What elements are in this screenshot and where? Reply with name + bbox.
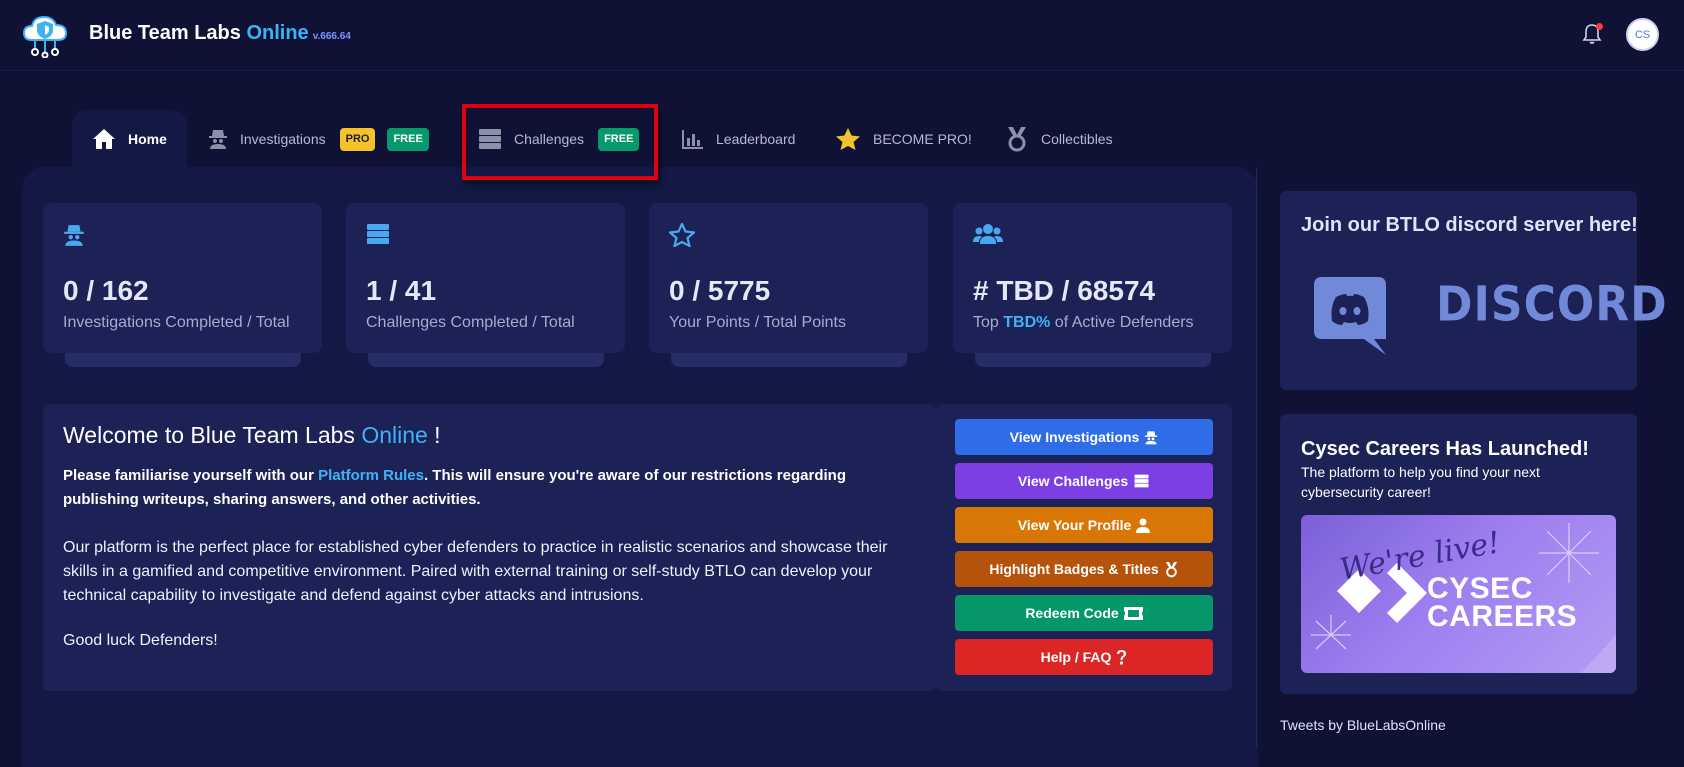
brand-main: Blue Team Labs xyxy=(89,22,247,44)
spy-icon xyxy=(1144,430,1158,445)
discord-title: Join our BTLO discord server here! xyxy=(1301,214,1638,236)
button-label: View Challenges xyxy=(1017,473,1129,489)
welcome-title-accent: Online xyxy=(361,422,428,448)
top-bar: Blue Team Labs Online v.666.64 CS xyxy=(0,0,1684,71)
careers-banner[interactable]: We're live! CYSEC CAREERS xyxy=(1301,515,1616,673)
card-tab xyxy=(65,353,301,367)
welcome-title-pre: Welcome to Blue Team Labs xyxy=(63,422,362,448)
tab-label: Collectibles xyxy=(1041,131,1113,147)
medal-icon xyxy=(1164,561,1179,578)
medal-icon xyxy=(1005,126,1029,152)
welcome-title-post: ! xyxy=(427,422,441,448)
server-icon xyxy=(366,223,390,250)
tab-collectibles[interactable]: Collectibles xyxy=(1005,110,1113,168)
rules-pre: Please familiarise yourself with our xyxy=(63,467,319,484)
stat-card-points: 0 / 5775 Your Points / Total Points xyxy=(649,203,928,367)
stat-label: Investigations Completed / Total xyxy=(63,314,290,331)
user-icon xyxy=(1136,518,1151,533)
tab-investigations[interactable]: Investigations PRO FREE xyxy=(208,110,429,168)
ticket-icon xyxy=(1123,606,1143,620)
column-divider xyxy=(1256,167,1257,747)
button-label: Highlight Badges & Titles xyxy=(989,561,1159,577)
quick-actions: View Investigations View Challenges View… xyxy=(936,404,1232,691)
brand-accent: Online xyxy=(246,22,309,44)
server-icon xyxy=(1133,474,1150,488)
tab-leaderboard[interactable]: Leaderboard xyxy=(682,110,795,168)
view-investigations-button[interactable]: View Investigations xyxy=(955,419,1213,455)
home-icon xyxy=(92,128,116,150)
brand-title[interactable]: Blue Team Labs Online v.666.64 xyxy=(89,22,351,45)
highlight-badges-button[interactable]: Highlight Badges & Titles xyxy=(955,551,1213,587)
question-icon xyxy=(1116,649,1127,665)
view-challenges-button[interactable]: View Challenges xyxy=(955,463,1213,499)
stat-value: 0 / 162 xyxy=(63,275,149,306)
card-tab xyxy=(975,353,1211,367)
discord-wordmark: DISCORD xyxy=(1436,276,1668,333)
tab-label: BECOME PRO! xyxy=(873,131,972,147)
button-label: Help / FAQ xyxy=(1040,649,1112,665)
banner-title: CYSEC CAREERS xyxy=(1427,572,1578,633)
stat-label-post: of Active Defenders xyxy=(1050,314,1194,331)
careers-title: Cysec Careers Has Launched! xyxy=(1301,438,1589,460)
button-label: View Your Profile xyxy=(1017,517,1132,533)
tab-label: Home xyxy=(128,131,167,147)
platform-rules-link[interactable]: Platform Rules xyxy=(318,467,424,484)
welcome-card: Welcome to Blue Team Labs Online ! Pleas… xyxy=(43,404,936,691)
tab-label: Investigations xyxy=(240,131,326,147)
banner-line-1: CYSEC xyxy=(1427,572,1533,605)
avatar[interactable]: CS xyxy=(1626,18,1659,51)
stat-label: Top TBD% of Active Defenders xyxy=(973,314,1194,332)
stat-card-challenges: 1 / 41 Challenges Completed / Total xyxy=(346,203,625,367)
help-faq-button[interactable]: Help / FAQ xyxy=(955,639,1213,675)
stat-label: Your Points / Total Points xyxy=(669,314,846,331)
intro-paragraph: Our platform is the perfect place for es… xyxy=(63,539,888,604)
pro-badge: PRO xyxy=(339,127,376,151)
discord-logo-icon xyxy=(1314,277,1386,355)
challenges-tab-highlight xyxy=(462,104,658,180)
banner-line-2: CAREERS xyxy=(1427,600,1578,633)
button-label: View Investigations xyxy=(1009,429,1140,445)
welcome-title: Welcome to Blue Team Labs Online ! xyxy=(63,422,441,449)
stat-value: 1 / 41 xyxy=(366,275,437,306)
discord-card[interactable]: Join our BTLO discord server here! DISCO… xyxy=(1280,191,1667,390)
stat-label-accent: TBD% xyxy=(1003,314,1051,331)
star-icon xyxy=(835,127,861,151)
stat-value: 0 / 5775 xyxy=(669,275,771,306)
star-icon xyxy=(667,221,697,252)
btlo-logo[interactable] xyxy=(20,12,70,58)
tab-home[interactable]: Home xyxy=(72,110,187,168)
stat-label: Challenges Completed / Total xyxy=(366,314,575,331)
stat-card-investigations: 0 / 162 Investigations Completed / Total xyxy=(43,203,322,367)
stat-label-pre: Top xyxy=(973,314,1004,331)
card-tab xyxy=(368,353,604,367)
version-label: v.666.64 xyxy=(312,31,351,42)
redeem-code-button[interactable]: Redeem Code xyxy=(955,595,1213,631)
careers-card: Cysec Careers Has Launched! The platform… xyxy=(1280,414,1637,694)
stat-card-rank: # TBD / 68574 Top TBD% of Active Defende… xyxy=(953,203,1232,367)
notifications-bell-icon[interactable] xyxy=(1580,22,1604,46)
button-label: Redeem Code xyxy=(1025,605,1119,621)
free-badge: FREE xyxy=(387,127,429,151)
tweets-link[interactable]: Tweets by BlueLabsOnline xyxy=(1280,717,1446,733)
spy-icon xyxy=(63,223,85,252)
careers-description: The platform to help you find your next … xyxy=(1301,464,1540,500)
tab-become-pro[interactable]: BECOME PRO! xyxy=(835,110,972,168)
view-profile-button[interactable]: View Your Profile xyxy=(955,507,1213,543)
card-tab xyxy=(671,353,907,367)
notification-dot xyxy=(1596,23,1603,30)
tab-label: Leaderboard xyxy=(716,131,796,147)
spy-icon xyxy=(208,128,228,150)
closing-text: Good luck Defenders! xyxy=(63,632,218,649)
rules-paragraph: Please familiarise yourself with our Pla… xyxy=(63,464,893,512)
stat-value: # TBD / 68574 xyxy=(973,275,1156,306)
chart-icon xyxy=(682,129,704,149)
users-icon xyxy=(973,223,1003,250)
